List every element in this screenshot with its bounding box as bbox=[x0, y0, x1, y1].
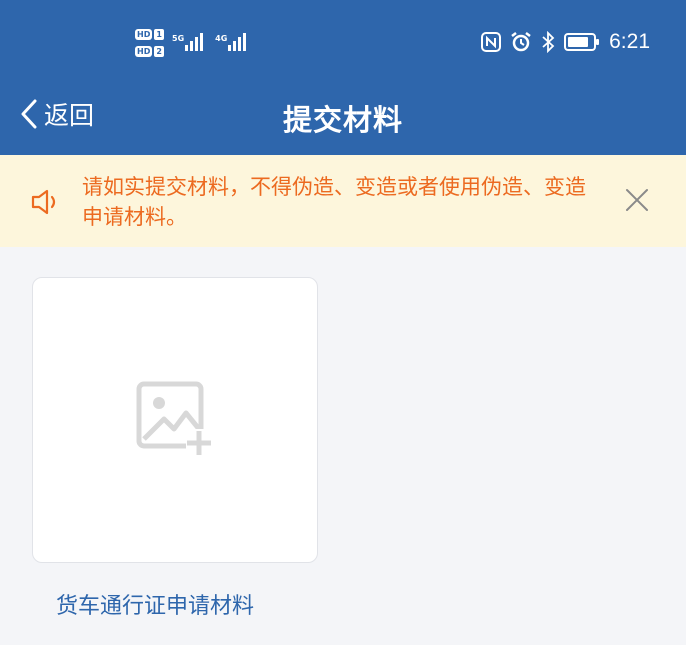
bluetooth-icon bbox=[542, 31, 555, 53]
status-icons: 6:21 bbox=[481, 30, 650, 54]
signal-bars-icon bbox=[185, 33, 204, 51]
hd-badge: HD bbox=[135, 29, 153, 40]
alarm-icon bbox=[511, 32, 531, 52]
notice-text: 请如实提交材料，不得伪造、变造或者使用伪造、变造申请材料。 bbox=[82, 175, 586, 229]
page-title: 提交材料 bbox=[282, 103, 403, 137]
sim2-indicator: HD 2 bbox=[135, 44, 164, 59]
signal-4g: 4G bbox=[215, 33, 248, 51]
sim-number: 1 bbox=[154, 29, 164, 40]
nfc-icon bbox=[481, 32, 502, 52]
add-image-icon bbox=[136, 381, 212, 455]
speaker-icon bbox=[31, 189, 56, 215]
sim1-indicator: HD 1 bbox=[135, 27, 164, 42]
signal-label: 5G bbox=[172, 34, 185, 43]
upload-image-button[interactable] bbox=[32, 277, 318, 563]
upload-item-label: 货车通行证申请材料 bbox=[56, 594, 255, 619]
sim-number: 2 bbox=[154, 46, 164, 57]
hd-badge: HD bbox=[135, 46, 153, 57]
close-icon[interactable] bbox=[624, 187, 650, 213]
status-bar: HD 1 HD 2 5G 4G 6:21 bbox=[0, 0, 686, 80]
nav-bar: 返回 提交材料 bbox=[0, 80, 686, 155]
signal-indicators: 5G 4G bbox=[172, 33, 248, 51]
signal-5g: 5G bbox=[172, 33, 205, 51]
battery-icon bbox=[564, 33, 600, 51]
app-header: HD 1 HD 2 5G 4G 6:21 返回 提交材料 bbox=[0, 0, 686, 155]
clock: 6:21 bbox=[609, 30, 650, 53]
sim-indicators: HD 1 HD 2 bbox=[135, 27, 164, 61]
signal-bars-icon bbox=[228, 33, 247, 51]
signal-label: 4G bbox=[215, 34, 228, 43]
